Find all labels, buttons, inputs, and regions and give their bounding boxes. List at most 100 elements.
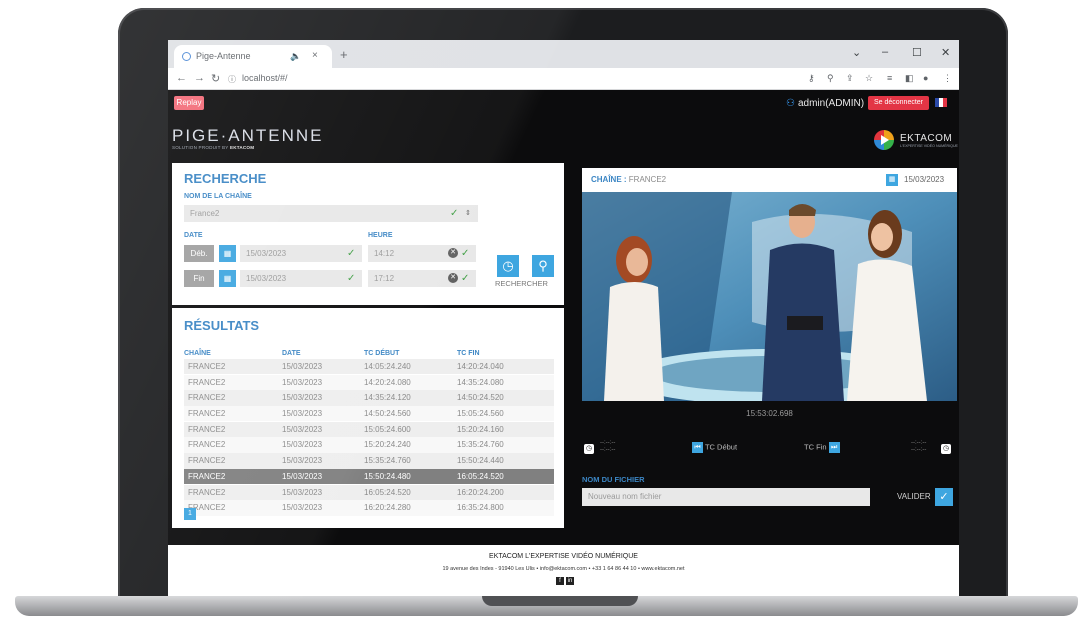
cell-channel: FRANCE2	[188, 409, 226, 419]
table-row[interactable]: FRANCE2 15/03/2023 15:35:24.760 15:50:24.44…	[184, 453, 554, 469]
start-time-input[interactable]: 14:12 ✕ ✓	[368, 245, 476, 262]
cell-tc-start: 14:35:24.120	[364, 393, 411, 403]
tc-end-button[interactable]: TC Fin ⏭	[804, 442, 840, 453]
table-row[interactable]: FRANCE2 15/03/2023 16:05:24.520 16:20:24.20…	[184, 484, 554, 500]
profile-icon[interactable]: ●	[923, 73, 928, 83]
column-header-tc-start[interactable]: TC DÉBUT	[364, 350, 399, 357]
search-icon[interactable]: ⚲	[532, 255, 554, 277]
reading-list-icon[interactable]: ≡	[887, 73, 892, 83]
table-row[interactable]: FRANCE2 15/03/2023 15:50:24.480 16:05:24.52…	[184, 468, 554, 485]
cell-tc-start: 16:20:24.280	[364, 503, 411, 513]
cell-channel: FRANCE2	[188, 362, 226, 371]
column-header-channel[interactable]: CHAÎNE	[184, 350, 211, 357]
cell-date: 15/03/2023	[282, 377, 323, 387]
close-tab-icon[interactable]: ×	[312, 50, 318, 61]
table-row[interactable]: FRANCE2 15/03/2023 15:05:24.600 15:20:24.16…	[184, 421, 554, 438]
user-menu[interactable]: ⚇ admin(ADMIN)	[786, 98, 864, 109]
speaker-icon[interactable]: 🔈	[290, 51, 301, 62]
sidebar-icon[interactable]: ◧	[905, 73, 914, 84]
french-flag-icon[interactable]	[935, 98, 947, 107]
current-timecode: 15:53:02.698	[746, 409, 793, 418]
start-date-value: 15/03/2023	[246, 249, 287, 258]
clock-icon[interactable]: ◷	[497, 255, 519, 277]
start-date-input[interactable]: 15/03/2023 ✓	[240, 245, 362, 262]
table-row[interactable]: FRANCE2 15/03/2023 14:20:24.080 14:35:24.08…	[184, 374, 554, 391]
clear-icon[interactable]: ✕	[448, 273, 458, 283]
video-frame	[582, 192, 957, 401]
cell-tc-start: 14:05:24.240	[364, 362, 411, 371]
validate-label: VALIDER	[897, 492, 931, 501]
social-links: f in	[556, 577, 574, 585]
laptop-notch	[482, 596, 638, 606]
column-header-tc-end[interactable]: TC FIN	[457, 350, 480, 357]
url-field[interactable]: localhost/#/	[242, 73, 288, 83]
cell-tc-start: 15:05:24.600	[364, 424, 411, 434]
results-title: RÉSULTATS	[184, 318, 260, 333]
forward-icon[interactable]: →	[194, 72, 205, 84]
calendar-icon[interactable]: ▦	[219, 245, 236, 262]
calendar-icon[interactable]: ▦	[219, 270, 236, 287]
end-button[interactable]: Fin	[184, 270, 214, 287]
player-channel-value: FRANCE2	[628, 175, 667, 184]
maximize-button[interactable]: ☐	[912, 46, 922, 59]
cell-tc-start: 14:20:24.080	[364, 377, 411, 387]
back-icon[interactable]: ←	[176, 72, 187, 84]
tc-start-button[interactable]: ⏮ TC Début	[692, 442, 737, 453]
menu-icon[interactable]: ⋮	[943, 73, 952, 84]
share-icon[interactable]: ⇪	[846, 73, 854, 84]
footer-title: EKTACOM L'EXPERTISE VIDÉO NUMÉRIQUE	[489, 553, 638, 560]
new-tab-button[interactable]: +	[340, 47, 348, 62]
table-row[interactable]: FRANCE2 15/03/2023 14:05:24.240 14:20:24.04…	[184, 359, 554, 375]
channel-select[interactable]: France2 ✓ ⇕	[184, 205, 478, 222]
bookmark-star-icon[interactable]: ☆	[865, 73, 873, 84]
brand-subtitle-company: EKTACOM	[229, 145, 255, 150]
validate-button[interactable]: ✓	[935, 488, 953, 506]
cell-channel: FRANCE2	[188, 487, 226, 497]
end-time-input[interactable]: 17:12 ✕ ✓	[368, 270, 476, 287]
linkedin-icon[interactable]: in	[565, 577, 574, 585]
select-arrows-icon: ⇕	[465, 210, 471, 217]
tab-title: Pige-Antenne	[196, 51, 251, 61]
browser-tab[interactable]: Pige-Antenne 🔈 ×	[174, 45, 332, 68]
column-header-date[interactable]: DATE	[282, 350, 301, 357]
player-channel: CHAÎNE : FRANCE2	[591, 175, 667, 184]
end-time-value: 17:12	[374, 274, 395, 283]
key-icon[interactable]: ⚷	[808, 73, 815, 84]
ektacom-logo-icon	[874, 130, 894, 150]
replay-button[interactable]: Replay	[174, 96, 204, 110]
zoom-icon[interactable]: ⚲	[827, 73, 834, 84]
video-player[interactable]	[582, 192, 957, 401]
calendar-icon[interactable]: ▦	[886, 174, 898, 186]
facebook-icon[interactable]: f	[556, 577, 564, 585]
cell-date: 15/03/2023	[282, 503, 323, 513]
filename-input[interactable]: Nouveau nom fichier	[582, 488, 870, 506]
logout-button[interactable]: Se déconnecter	[868, 96, 929, 110]
clock-icon[interactable]: ◷	[941, 444, 951, 454]
check-icon: ✓	[347, 273, 356, 284]
reload-icon[interactable]: ↻	[211, 72, 220, 85]
player-date: 15/03/2023	[904, 175, 945, 184]
mark-start-icon: ⏮	[692, 442, 703, 453]
player-header: CHAÎNE : FRANCE2 ▦ 15/03/2023	[582, 168, 957, 192]
start-button[interactable]: Déb.	[184, 245, 214, 262]
brand-subtitle-prefix: SOLUTION PRODUIT BY	[172, 145, 229, 150]
table-row[interactable]: FRANCE2 15/03/2023 14:35:24.120 14:50:24.52…	[184, 390, 554, 406]
search-panel: RECHERCHE NOM DE LA CHAÎNE France2 ✓ ⇕ D…	[172, 163, 564, 305]
search-button-label[interactable]: RECHERCHER	[495, 279, 548, 288]
cell-tc-end: 14:35:24.080	[457, 377, 504, 387]
tab-search-icon[interactable]: ⌄	[852, 46, 861, 59]
table-row[interactable]: FRANCE2 15/03/2023 15:20:24.240 15:35:24.76…	[184, 437, 554, 453]
pagination-page[interactable]: 1	[184, 508, 196, 520]
end-date-input[interactable]: 15/03/2023 ✓	[240, 270, 362, 287]
info-icon: ⓘ	[228, 75, 236, 84]
app: Replay ⚇ admin(ADMIN) Se déconnecter PIGE…	[168, 90, 959, 596]
clear-icon[interactable]: ✕	[448, 248, 458, 258]
search-title: RECHERCHE	[184, 171, 267, 186]
cell-channel: FRANCE2	[188, 440, 226, 450]
table-row[interactable]: FRANCE2 15/03/2023 16:20:24.280 16:35:24.80…	[184, 500, 554, 516]
cell-channel: FRANCE2	[188, 377, 226, 387]
clock-icon[interactable]: ◷	[584, 444, 594, 454]
table-row[interactable]: FRANCE2 15/03/2023 14:50:24.560 15:05:24.56…	[184, 406, 554, 422]
close-window-button[interactable]: ✕	[941, 46, 950, 59]
minimize-button[interactable]: –	[882, 46, 888, 58]
